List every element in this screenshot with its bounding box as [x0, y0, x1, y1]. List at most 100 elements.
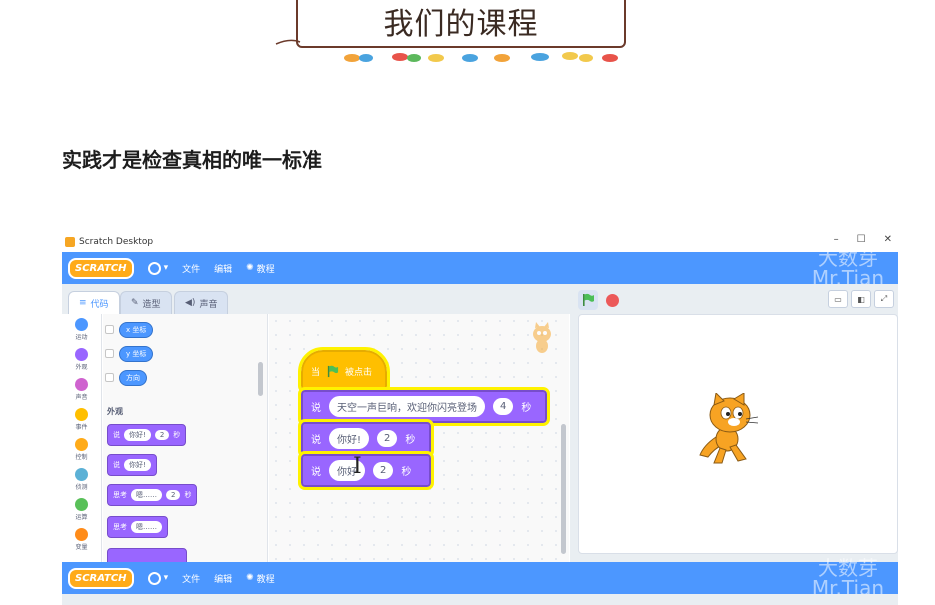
- large-stage-icon[interactable]: ◧: [851, 290, 871, 308]
- editor-tabs-row: ≡ 代码 ✎ 造型 ◀) 声音 ▭ ◧ ⤢: [62, 284, 898, 314]
- category-operators[interactable]: 运算: [62, 494, 101, 524]
- stage-canvas[interactable]: [578, 314, 898, 554]
- block-verb: 思考: [113, 491, 127, 499]
- speaker-icon: ◀): [185, 298, 196, 308]
- palette-say-block[interactable]: 说 你好!: [107, 454, 157, 476]
- maximize-icon[interactable]: ☐: [857, 234, 866, 245]
- hat-when-label: 当: [311, 368, 321, 378]
- section-heading: 实践才是检查真相的唯一标准: [62, 148, 322, 172]
- category-sound[interactable]: 声音: [62, 374, 101, 404]
- small-stage-icon[interactable]: ▭: [828, 290, 848, 308]
- brush-icon: ✎: [131, 298, 139, 308]
- secs-input[interactable]: 4: [493, 398, 514, 415]
- category-label: 运算: [75, 513, 88, 521]
- category-label: 运动: [75, 333, 88, 341]
- tutorials-menu[interactable]: ✺ 教程: [246, 262, 275, 275]
- globe-icon: [147, 571, 161, 585]
- tab-sounds-label: 声音: [199, 299, 218, 310]
- category-dot: [75, 407, 88, 421]
- looks-heading: 外观: [107, 407, 123, 416]
- checkbox[interactable]: [105, 373, 114, 382]
- category-dot: [75, 347, 88, 361]
- block-text-input[interactable]: 嗯……: [131, 521, 162, 533]
- palette-think-block[interactable]: 思考 嗯……: [107, 516, 168, 538]
- category-dot: [75, 377, 88, 391]
- secs-input[interactable]: 2: [373, 462, 394, 479]
- checkbox[interactable]: [105, 349, 114, 358]
- category-label: 侦测: [75, 483, 88, 491]
- tab-costumes-label: 造型: [142, 299, 161, 310]
- cat-sprite[interactable]: [694, 393, 764, 465]
- edit-menu[interactable]: 编辑: [214, 262, 232, 275]
- block-number-input[interactable]: 2: [154, 430, 170, 440]
- tab-code[interactable]: ≡ 代码: [68, 291, 120, 314]
- reporter-direction[interactable]: 方向: [119, 370, 147, 386]
- tutorials-menu: ✺ 教程: [246, 572, 275, 585]
- block-text-input[interactable]: 你好!: [124, 459, 151, 471]
- stop-button[interactable]: [606, 293, 619, 307]
- tab-sounds[interactable]: ◀) 声音: [174, 291, 229, 314]
- block-verb: 说: [113, 431, 120, 439]
- scratch-logo[interactable]: SCRATCH: [68, 257, 134, 279]
- file-menu: 文件: [182, 574, 201, 585]
- close-icon[interactable]: ✕: [884, 234, 892, 245]
- palette-say-for-secs-block[interactable]: 说 你好! 2 秒: [107, 424, 187, 446]
- palette-scrollbar[interactable]: [258, 362, 263, 396]
- block-verb: 思考: [113, 523, 127, 531]
- block-unit: 秒: [401, 467, 412, 478]
- scratch-window: Scratch Desktop – ☐ ✕ SCRATCH ▾ 文件 编辑 ✺ …: [62, 232, 898, 605]
- lightbulb-icon: ✺: [246, 263, 254, 273]
- block-unit: 秒: [184, 491, 192, 499]
- watermark: 大数芽 Mr.Tian: [812, 558, 884, 598]
- code-area[interactable]: 当 被点击 说 天空一声巨响，欢迎你闪亮登场 4 秒 说 你好! 2 秒 说 你…: [269, 314, 569, 564]
- stage-size-controls: ▭ ◧ ⤢: [828, 290, 894, 308]
- palette-think-for-secs-block[interactable]: 思考 嗯…… 2 秒: [107, 484, 198, 506]
- category-label: 外观: [75, 363, 88, 371]
- green-flag-icon: [583, 293, 594, 306]
- scratch-menubar-repeat: SCRATCH ▾ 文件 编辑 ✺ 教程 大数芽 Mr.Tian: [62, 558, 898, 598]
- watermark-line1: 大数芽: [817, 556, 878, 580]
- block-unit: 秒: [173, 431, 181, 439]
- say-block-3[interactable]: 说 你好 2 秒: [298, 451, 434, 490]
- language-menu[interactable]: ▾: [147, 261, 168, 275]
- tutorials-label: 教程: [256, 574, 275, 585]
- category-control[interactable]: 控制: [62, 434, 101, 464]
- category-variables[interactable]: 变量: [62, 524, 101, 554]
- say-text-input[interactable]: 天空一声巨响，欢迎你闪亮登场: [329, 396, 485, 417]
- category-dot: [75, 467, 88, 481]
- reporter-x-position[interactable]: x 坐标: [119, 322, 154, 338]
- say-block-2[interactable]: 说 你好! 2 秒: [298, 419, 434, 458]
- block-verb: 说: [311, 403, 321, 414]
- sprite-watermark-icon: [533, 322, 551, 353]
- block-unit: 秒: [405, 435, 416, 446]
- green-flag-icon: [327, 365, 339, 378]
- minimize-icon[interactable]: –: [834, 234, 839, 245]
- say-text-input[interactable]: 你好!: [329, 428, 370, 449]
- category-motion[interactable]: 运动: [62, 314, 101, 344]
- tab-costumes[interactable]: ✎ 造型: [120, 291, 172, 314]
- checkbox[interactable]: [105, 325, 114, 334]
- block-number-input[interactable]: 2: [166, 490, 181, 500]
- say-block-1[interactable]: 说 天空一声巨响，欢迎你闪亮登场 4 秒: [298, 387, 550, 426]
- block-text-input[interactable]: 嗯……: [131, 489, 162, 501]
- file-menu[interactable]: 文件: [182, 262, 200, 275]
- text-cursor-icon: I: [353, 454, 362, 479]
- scratch-menubar: SCRATCH ▾ 文件 编辑 ✺ 教程 大数芽 Mr.Tian: [62, 248, 898, 288]
- tabs-row-repeat: [62, 594, 898, 605]
- block-text-input[interactable]: 你好!: [124, 429, 151, 441]
- code-scrollbar[interactable]: [561, 424, 566, 554]
- category-dot: [75, 317, 88, 331]
- watermark-line1: 大数芽: [817, 246, 878, 270]
- block-palette: x 坐标 y 坐标 方向 外观 说 你好! 2 秒 说 你好! 思考 嗯…… 2…: [103, 314, 268, 564]
- chevron-down-icon: ▾: [163, 573, 169, 583]
- green-flag-button[interactable]: [578, 290, 598, 310]
- block-verb: 说: [311, 467, 321, 478]
- category-sensing[interactable]: 侦测: [62, 464, 101, 494]
- fullscreen-icon[interactable]: ⤢: [874, 290, 894, 308]
- reporter-y-position[interactable]: y 坐标: [119, 346, 154, 362]
- secs-input[interactable]: 2: [377, 430, 398, 447]
- tab-code-label: 代码: [90, 299, 109, 310]
- category-events[interactable]: 事件: [62, 404, 101, 434]
- category-looks[interactable]: 外观: [62, 344, 101, 374]
- when-flag-clicked-block[interactable]: 当 被点击: [298, 347, 390, 393]
